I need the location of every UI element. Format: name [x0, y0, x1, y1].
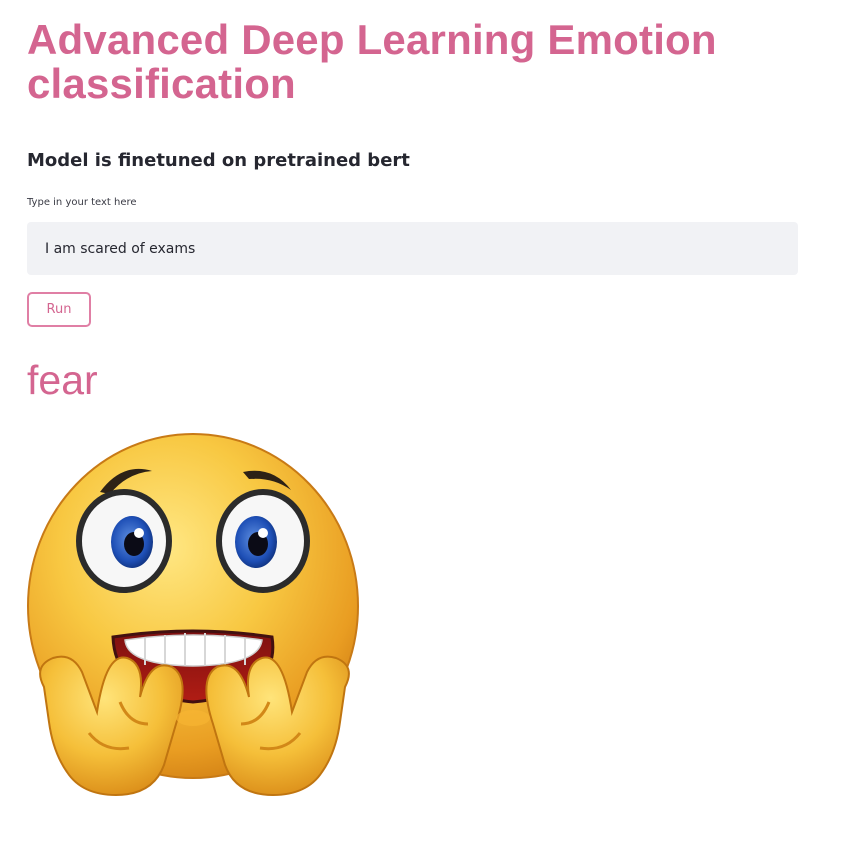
predicted-emotion: fear	[27, 357, 98, 403]
run-button[interactable]: Run	[27, 292, 91, 327]
page-subtitle: Model is finetuned on pretrained bert	[27, 150, 410, 171]
emotion-text-input[interactable]	[27, 222, 798, 275]
right-eye-highlight	[258, 528, 268, 538]
fearful-face-emoji-icon	[27, 433, 359, 797]
app-container: Advanced Deep Learning Emotion classific…	[27, 0, 802, 850]
text-input-label: Type in your text here	[27, 197, 137, 208]
page-title: Advanced Deep Learning Emotion classific…	[27, 16, 717, 107]
left-eye-highlight	[134, 528, 144, 538]
